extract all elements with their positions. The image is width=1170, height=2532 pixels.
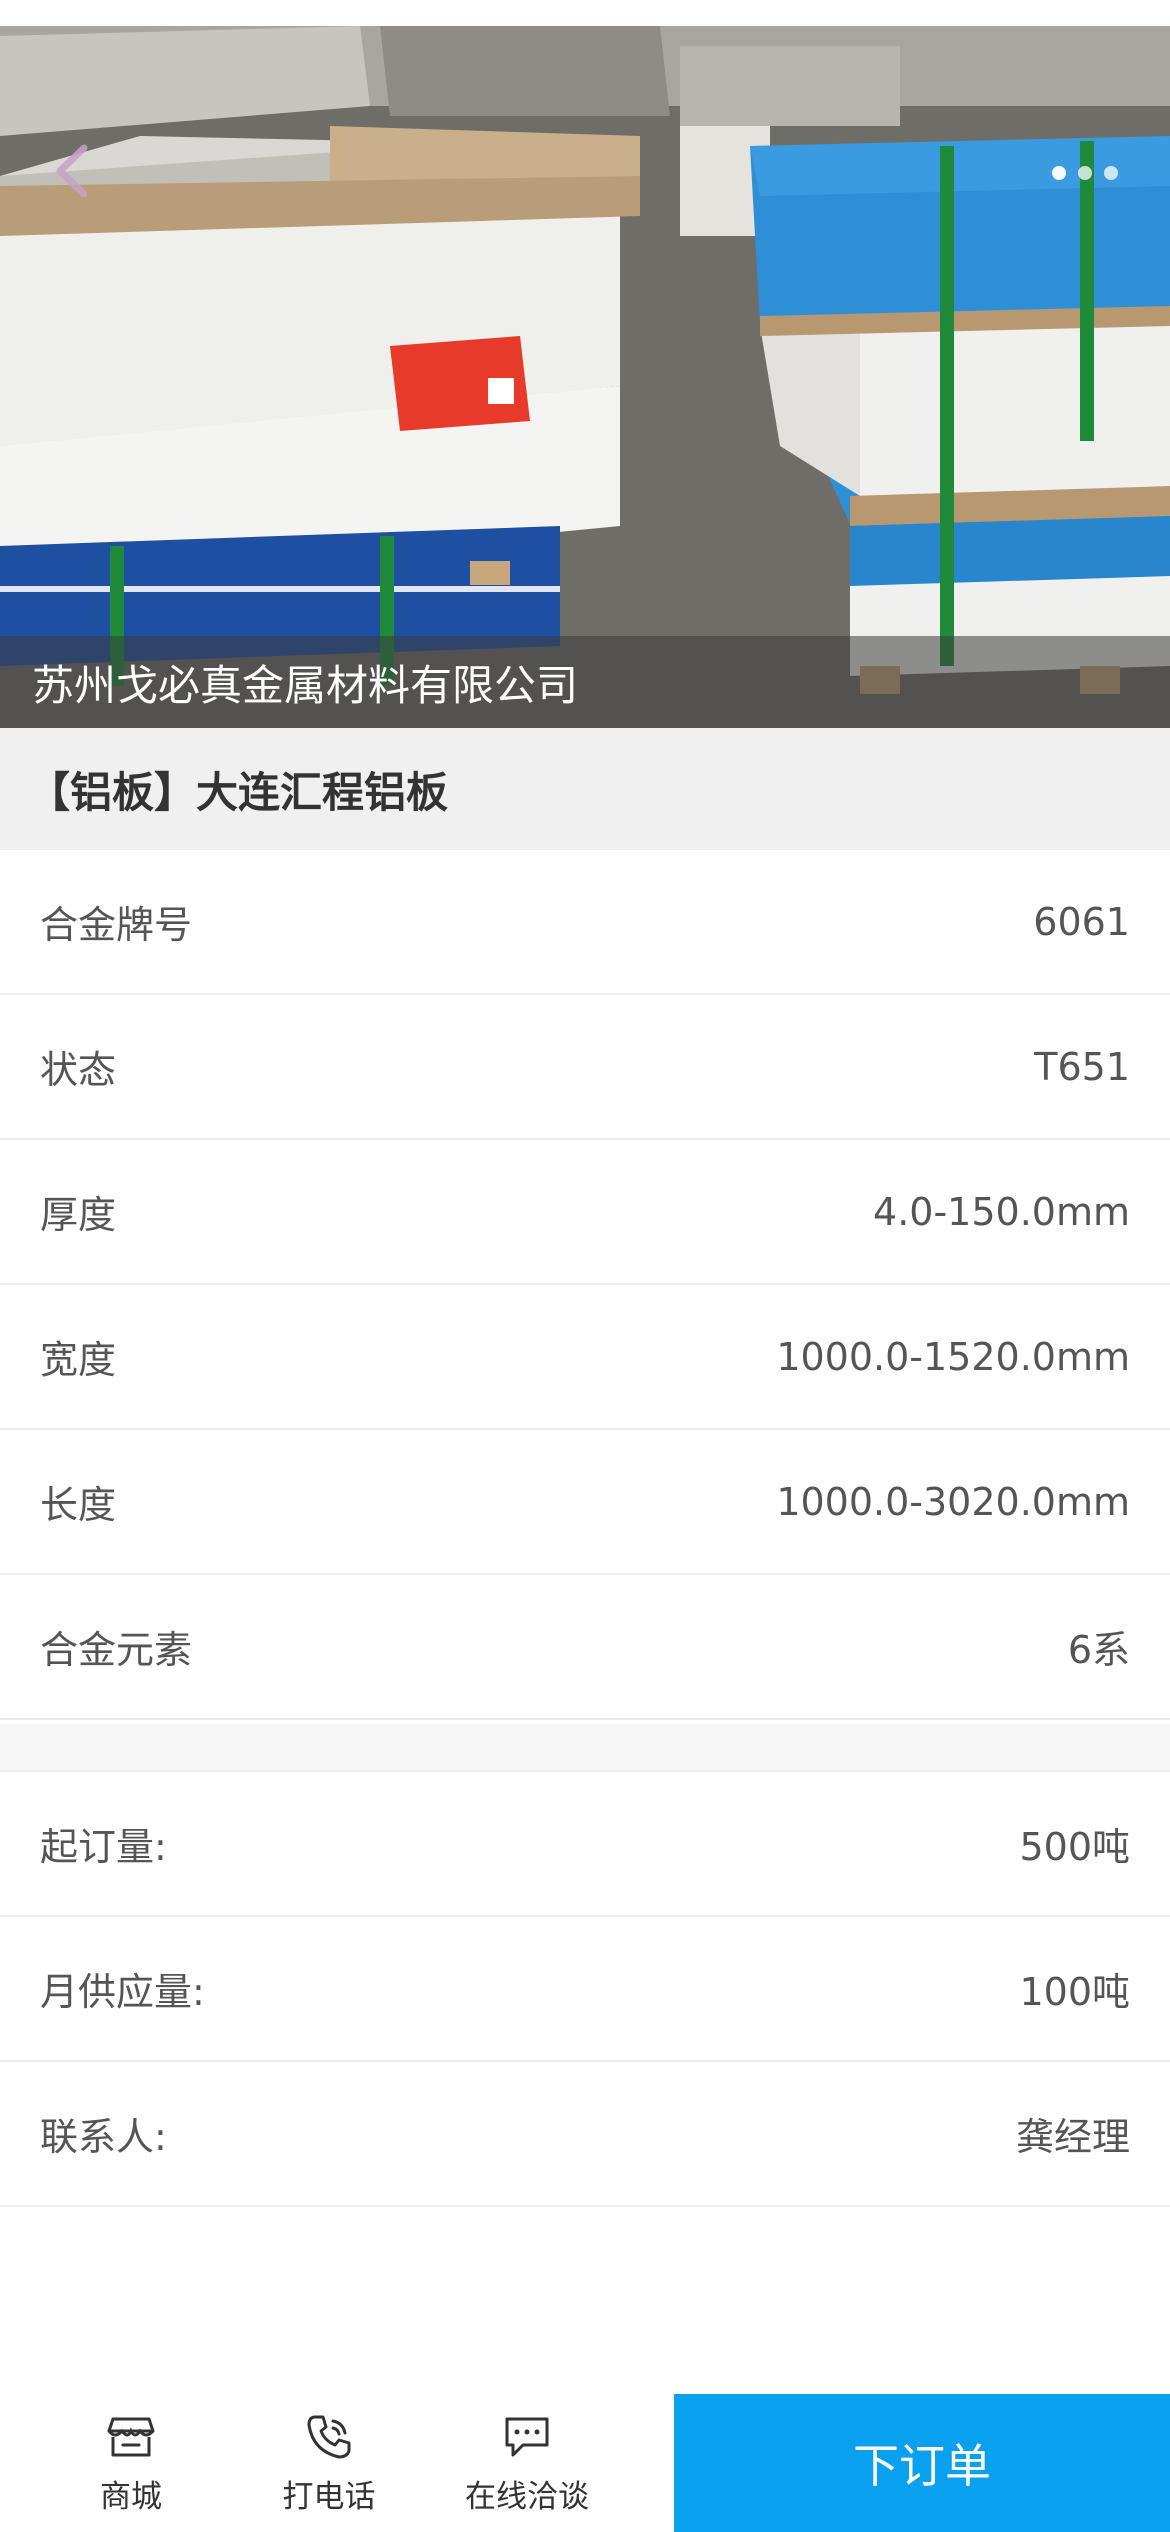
order-row-contact: 联系人: 龚经理 <box>0 2062 1170 2207</box>
spec-list: 合金牌号 6061 状态 T651 厚度 4.0-150.0mm 宽度 1000… <box>0 850 1170 1720</box>
place-order-button[interactable]: 下订单 <box>674 2394 1170 2532</box>
product-title: 【铝板】大连汇程铝板 <box>0 728 1170 850</box>
spec-label: 合金元素 <box>40 1628 193 1672</box>
spec-label: 状态 <box>40 1048 117 1092</box>
spec-value: 6系 <box>1067 1628 1130 1672</box>
store-icon <box>107 2417 155 2456</box>
spec-row-alloy-grade: 合金牌号 6061 <box>0 850 1170 995</box>
section-divider <box>0 1724 1170 1772</box>
carousel-dot[interactable] <box>1052 166 1066 180</box>
order-label: 联系人: <box>40 2115 167 2159</box>
spec-row-width: 宽度 1000.0-1520.0mm <box>0 1285 1170 1430</box>
spec-label: 长度 <box>40 1483 117 1527</box>
spec-value: 6061 <box>1033 899 1130 944</box>
chat-button[interactable]: 在线洽谈 <box>428 2394 626 2532</box>
order-row-min-quantity: 起订量: 500吨 <box>0 1772 1170 1917</box>
order-label: 月供应量: <box>40 1970 205 2014</box>
spec-label: 合金牌号 <box>40 903 193 947</box>
carousel-dot[interactable] <box>1078 166 1092 180</box>
order-value: 500吨 <box>1019 1825 1130 1869</box>
carousel-indicator <box>1052 166 1118 180</box>
back-arrow-icon[interactable] <box>52 142 92 200</box>
product-image-carousel[interactable]: 苏州戈必真金属材料有限公司 <box>0 0 1170 728</box>
spec-value: 4.0-150.0mm <box>873 1189 1130 1234</box>
spec-value: 1000.0-3020.0mm <box>776 1479 1130 1524</box>
order-row-monthly-supply: 月供应量: 100吨 <box>0 1917 1170 2062</box>
phone-icon <box>307 2415 351 2458</box>
spec-value: T651 <box>1034 1044 1130 1089</box>
spec-row-temper: 状态 T651 <box>0 995 1170 1140</box>
chat-icon <box>505 2417 549 2456</box>
spec-value: 1000.0-1520.0mm <box>776 1334 1130 1379</box>
order-label: 起订量: <box>40 1825 167 1869</box>
store-button[interactable]: 商城 <box>32 2394 230 2532</box>
chat-label: 在线洽谈 <box>465 2478 589 2515</box>
spec-row-thickness: 厚度 4.0-150.0mm <box>0 1140 1170 1285</box>
store-label: 商城 <box>100 2478 162 2515</box>
call-button[interactable]: 打电话 <box>230 2394 428 2532</box>
call-label: 打电话 <box>282 2478 376 2515</box>
spec-label: 宽度 <box>40 1338 117 1382</box>
spec-row-alloy-series: 合金元素 6系 <box>0 1575 1170 1720</box>
order-info-list: 起订量: 500吨 月供应量: 100吨 联系人: 龚经理 <box>0 1772 1170 2207</box>
carousel-dot[interactable] <box>1104 166 1118 180</box>
order-value: 龚经理 <box>1015 2115 1130 2159</box>
spec-row-length: 长度 1000.0-3020.0mm <box>0 1430 1170 1575</box>
product-photo <box>0 26 1170 728</box>
spec-label: 厚度 <box>40 1193 117 1237</box>
order-value: 100吨 <box>1019 1970 1130 2014</box>
company-name-caption: 苏州戈必真金属材料有限公司 <box>0 636 1170 728</box>
bottom-action-bar: 商城 打电话 在线洽谈 下订单 <box>0 2394 1170 2532</box>
